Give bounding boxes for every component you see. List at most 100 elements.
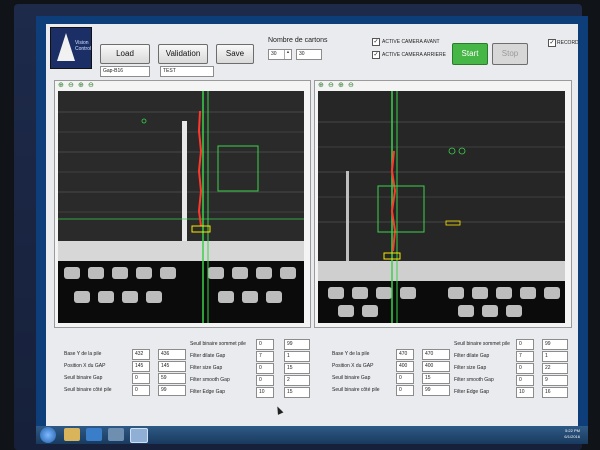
param-value[interactable]: 7: [516, 351, 534, 362]
param-label: Filter smooth Gap: [190, 377, 230, 383]
param-value[interactable]: 145: [158, 361, 186, 372]
zoom-reset-icon[interactable]: ⊖: [348, 82, 355, 89]
param-label: Seuil binaire côté pile: [64, 387, 112, 393]
explorer-icon[interactable]: [64, 428, 80, 441]
right-camera-panel: ⊕ ⊖ ⊕ ⊖: [314, 80, 572, 328]
taskbar: 5:22 PM 6/1/2016: [36, 426, 588, 444]
logo-text: Vision Control: [75, 40, 92, 52]
param-value[interactable]: 400: [422, 361, 450, 372]
param-value[interactable]: 400: [396, 361, 414, 372]
record-checkbox[interactable]: ✓: [548, 39, 556, 47]
param-label: Filter size Gap: [454, 365, 487, 371]
param-value[interactable]: 15: [422, 373, 450, 384]
param-value[interactable]: 0: [396, 373, 414, 384]
left-name-field[interactable]: Gap-B16: [100, 66, 150, 77]
company-logo: Vision Control: [50, 27, 92, 69]
camera-arriere-label: ACTIVE CAMERA ARRIERE: [382, 52, 446, 58]
zoom-out-icon[interactable]: ⊖: [328, 82, 335, 89]
param-label: Base Y de la pile: [332, 351, 370, 357]
param-value[interactable]: 0: [256, 339, 274, 350]
cartons-spinner-1[interactable]: 30 ▲: [268, 49, 292, 60]
param-value[interactable]: 436: [158, 349, 186, 360]
param-label: Filter dilate Gap: [190, 353, 226, 359]
right-camera-image: [318, 91, 565, 323]
param-value[interactable]: 470: [396, 349, 414, 360]
param-label: Filter size Gap: [190, 365, 223, 371]
network-icon[interactable]: [108, 428, 124, 441]
param-value[interactable]: 59: [158, 373, 186, 384]
param-label: Base Y de la pile: [64, 351, 102, 357]
param-label: Seuil binaire côté pile: [332, 387, 380, 393]
param-label: Position X du GAP: [64, 363, 106, 369]
param-value[interactable]: 0: [132, 385, 150, 396]
param-value[interactable]: 145: [132, 361, 150, 372]
param-value[interactable]: 99: [158, 385, 186, 396]
zoom-in-icon[interactable]: ⊕: [58, 82, 65, 89]
param-label: Filter smooth Gap: [454, 377, 494, 383]
param-value[interactable]: 99: [422, 385, 450, 396]
param-value[interactable]: 99: [542, 339, 568, 350]
camera-avant-checkbox[interactable]: ✓: [372, 38, 380, 46]
param-label: Filter Edge Gap: [190, 389, 226, 395]
param-value[interactable]: 2: [284, 375, 310, 386]
start-button[interactable]: Start: [452, 43, 488, 65]
stop-button[interactable]: Stop: [492, 43, 528, 65]
param-value[interactable]: 7: [256, 351, 274, 362]
cartons-label: Nombre de cartons: [268, 37, 328, 44]
logo-shape-icon: [57, 33, 75, 61]
param-value[interactable]: 0: [516, 339, 534, 350]
param-value[interactable]: 99: [284, 339, 310, 350]
param-label: Position X du GAP: [332, 363, 374, 369]
load-button[interactable]: Load: [100, 44, 150, 64]
param-value[interactable]: 0: [256, 363, 274, 374]
validation-button[interactable]: Validation: [158, 44, 208, 64]
param-value[interactable]: 0: [256, 375, 274, 386]
param-label: Seuil binaire sommet pile: [454, 341, 510, 347]
right-camera-view[interactable]: [318, 91, 565, 323]
clock-date: 6/1/2016: [564, 434, 580, 439]
left-camera-panel: ⊕ ⊖ ⊕ ⊖: [54, 80, 311, 328]
param-label: Filter dilate Gap: [454, 353, 490, 359]
zoom-in-icon[interactable]: ⊕: [318, 82, 325, 89]
param-label: Seuil binaire sommet pile: [190, 341, 246, 347]
param-label: Filter Edge Gap: [454, 389, 490, 395]
screen: Vision Control Load Validation Save Nomb…: [36, 16, 588, 444]
app-window-icon[interactable]: [130, 428, 148, 443]
left-camera-image: [58, 91, 304, 323]
app-window: Vision Control Load Validation Save Nomb…: [46, 24, 579, 426]
zoom-reset-icon[interactable]: ⊖: [88, 82, 95, 89]
zoom-fit-icon[interactable]: ⊕: [338, 82, 345, 89]
right-name-field[interactable]: TEST: [160, 66, 214, 77]
param-value[interactable]: 1: [542, 351, 568, 362]
param-label: Seuil binaire Gap: [64, 375, 103, 381]
param-value[interactable]: 470: [422, 349, 450, 360]
zoom-out-icon[interactable]: ⊖: [68, 82, 75, 89]
camera-arriere-checkbox[interactable]: ✓: [372, 51, 380, 59]
param-value[interactable]: 0: [396, 385, 414, 396]
zoom-fit-icon[interactable]: ⊕: [78, 82, 85, 89]
left-camera-view[interactable]: [58, 91, 304, 323]
media-player-icon[interactable]: [86, 428, 102, 441]
param-value[interactable]: 16: [542, 387, 568, 398]
param-value[interactable]: 0: [516, 363, 534, 374]
param-value[interactable]: 0: [516, 375, 534, 386]
param-value[interactable]: 10: [256, 387, 274, 398]
param-value[interactable]: 15: [284, 387, 310, 398]
mouse-cursor-icon: [274, 405, 284, 415]
clock: 5:22 PM 6/1/2016: [564, 428, 580, 440]
camera-avant-label: ACTIVE CAMERA AVANT: [382, 39, 440, 45]
start-menu-icon[interactable]: [40, 427, 56, 443]
monitor-bezel: Vision Control Load Validation Save Nomb…: [14, 4, 588, 450]
param-value[interactable]: 9: [542, 375, 568, 386]
param-value[interactable]: 22: [542, 363, 568, 374]
param-value[interactable]: 1: [284, 351, 310, 362]
record-label: RECORD: [557, 40, 579, 46]
param-value[interactable]: 432: [132, 349, 150, 360]
param-value[interactable]: 10: [516, 387, 534, 398]
save-button[interactable]: Save: [216, 44, 254, 64]
cartons-field-2[interactable]: 30: [296, 49, 322, 60]
param-label: Seuil binaire Gap: [332, 375, 371, 381]
param-value[interactable]: 15: [284, 363, 310, 374]
toolbar: Vision Control Load Validation Save Nomb…: [46, 24, 579, 86]
param-value[interactable]: 0: [132, 373, 150, 384]
